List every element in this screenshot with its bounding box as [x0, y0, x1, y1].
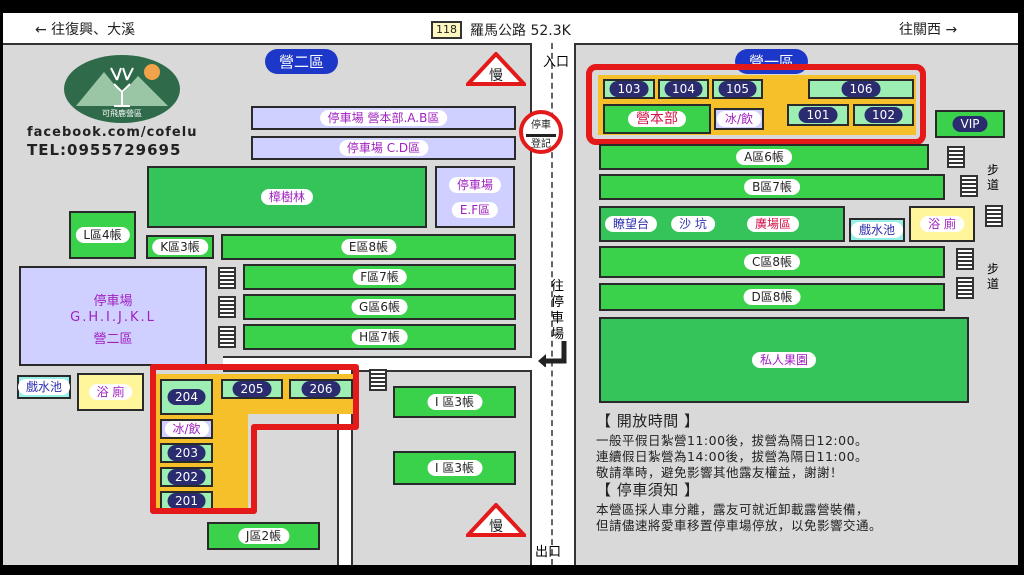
- parking-ab-label: 停車場 營本部.A.B區: [319, 110, 448, 126]
- toilet-right-label: 浴 廁: [920, 216, 964, 232]
- walkway-label-1: 步道: [987, 163, 1000, 192]
- area-d8: D區8帳: [599, 283, 945, 311]
- plaza-label: 廣場區: [746, 216, 800, 232]
- sandpit-label: 沙 坑: [671, 216, 715, 232]
- area-i3-a-label: I 區3帳: [427, 394, 482, 410]
- area-c8: C區8帳: [599, 246, 945, 278]
- steps-icon: [218, 326, 236, 348]
- area-f7: F區7帳: [243, 264, 516, 290]
- steps-icon: [956, 277, 974, 299]
- exit-label: 出口: [535, 545, 562, 560]
- area-j2: J區2帳: [207, 522, 320, 550]
- parking-ef-line2: E.F區: [451, 201, 499, 218]
- parking-cd: 停車場 C.D區: [251, 136, 516, 160]
- plaza-area: 瞭望台 沙 坑 廣場區: [599, 206, 845, 242]
- area-k3: K區3帳: [146, 235, 214, 259]
- left-direction: ← 往復興、大溪: [35, 22, 136, 38]
- area-i3-a: I 區3帳: [393, 386, 516, 418]
- area-f7-label: F區7帳: [352, 269, 407, 285]
- parking-register-sign: 停車 登記: [519, 110, 563, 154]
- right-direction: 往關西 →: [899, 22, 958, 38]
- parking-ghijkl: 停車場 G.H.I.J.K.L 營二區: [19, 266, 207, 366]
- camphor-label: 樟樹林: [260, 189, 314, 205]
- facebook-text: facebook.com/cofelu: [27, 125, 198, 140]
- area-i3-b-label: I 區3帳: [427, 460, 482, 476]
- pool-left: 戲水池: [17, 375, 71, 399]
- parking-ghijkl-line3: 營二區: [93, 332, 133, 347]
- area-j2-label: J區2帳: [237, 528, 290, 544]
- parking-register-divider: [526, 134, 556, 137]
- parking-notice-title: 【 停車須知 】: [596, 481, 700, 499]
- entrance-label: 入口: [543, 55, 570, 70]
- toilet-left: 浴 廁: [77, 373, 144, 411]
- area-e8: E區8帳: [221, 234, 516, 260]
- parking-ghijkl-line1: 停車場: [93, 294, 133, 309]
- slow-sign-bottom: 慢: [466, 503, 526, 537]
- steps-icon: [218, 296, 236, 318]
- route-number: 118: [431, 21, 462, 39]
- walkway-label-2: 步道: [987, 262, 1000, 291]
- hours-title: 【 開放時間 】: [596, 412, 700, 430]
- steps-icon: [218, 267, 236, 289]
- turn-arrow-icon: [538, 341, 567, 367]
- area-h7-label: H區7帳: [351, 329, 408, 345]
- steps-icon: [947, 146, 965, 168]
- vip-label: VIP: [952, 116, 988, 132]
- area-b7-label: B區7帳: [744, 179, 800, 195]
- area-b7: B區7帳: [599, 174, 945, 200]
- pool-left-label: 戲水池: [17, 379, 71, 395]
- area-k3-label: K區3帳: [152, 239, 208, 255]
- steps-icon: [956, 248, 974, 270]
- steps-icon: [985, 205, 1003, 227]
- zone2-title: 營二區: [265, 49, 339, 74]
- route-marker: 118 羅馬公路 52.3K: [431, 20, 571, 40]
- slow-sign-top-text: 慢: [489, 67, 503, 84]
- area-a6-label: A區6帳: [736, 149, 792, 165]
- parking-cd-label: 停車場 C.D區: [338, 140, 429, 156]
- area-h7: H區7帳: [243, 324, 516, 350]
- camphor-forest: 樟樹林: [147, 166, 427, 228]
- lookout-label: 瞭望台: [604, 216, 658, 232]
- steps-icon: [369, 369, 387, 391]
- parking-ab: 停車場 營本部.A.B區: [251, 106, 516, 130]
- steps-icon: [960, 175, 978, 197]
- route-label: 羅馬公路 52.3K: [470, 23, 571, 39]
- vip-area: VIP: [935, 110, 1005, 138]
- area-d8-label: D區8帳: [743, 289, 801, 305]
- logo-text: 可飛鹿營區: [102, 108, 142, 118]
- area-c8-label: C區8帳: [743, 254, 801, 270]
- zone1-highlight-frame: [586, 64, 926, 145]
- area-l4-label: L區4帳: [75, 227, 130, 243]
- slow-sign-bottom-text: 慢: [489, 518, 503, 535]
- area-l4: L區4帳: [69, 211, 136, 259]
- toilet-left-label: 浴 廁: [88, 384, 133, 400]
- zone2-highlight-frame: [150, 364, 359, 514]
- parking-ef: 停車場 E.F區: [435, 166, 515, 228]
- tel-text: TEL:0955729695: [27, 141, 182, 159]
- to-parking-text: 往停車場: [551, 279, 565, 342]
- parking-ef-line1: 停車場: [448, 177, 502, 194]
- parking-register-bottom: 登記: [531, 139, 551, 150]
- orchard-label: 私人果園: [751, 352, 817, 368]
- parking-notice-line-2: 但請儘速將愛車移置停車場停放，以免影響交通。: [596, 518, 883, 533]
- toilet-right: 浴 廁: [909, 206, 975, 242]
- area-e8-label: E區8帳: [340, 239, 397, 255]
- campsite-logo: 可飛鹿營區: [64, 55, 180, 123]
- area-g6-label: G區6帳: [351, 299, 408, 315]
- top-road: ← 往復興、大溪 118 羅馬公路 52.3K 往關西 →: [3, 13, 1018, 45]
- parking-ghijkl-line2: G.H.I.J.K.L: [70, 310, 156, 325]
- parking-register-top: 停車: [531, 120, 551, 131]
- area-i3-b: I 區3帳: [393, 451, 516, 485]
- pool-right: 戲水池: [849, 218, 905, 242]
- slow-sign-top: 慢: [466, 52, 526, 86]
- area-g6: G區6帳: [243, 294, 516, 320]
- pool-right-label: 戲水池: [850, 222, 904, 238]
- campsite-map: ← 往復興、大溪 118 羅馬公路 52.3K 往關西 → 入口 出口 慢 慢 …: [3, 13, 1018, 565]
- area-a6: A區6帳: [599, 144, 929, 170]
- private-orchard: 私人果園: [599, 317, 969, 403]
